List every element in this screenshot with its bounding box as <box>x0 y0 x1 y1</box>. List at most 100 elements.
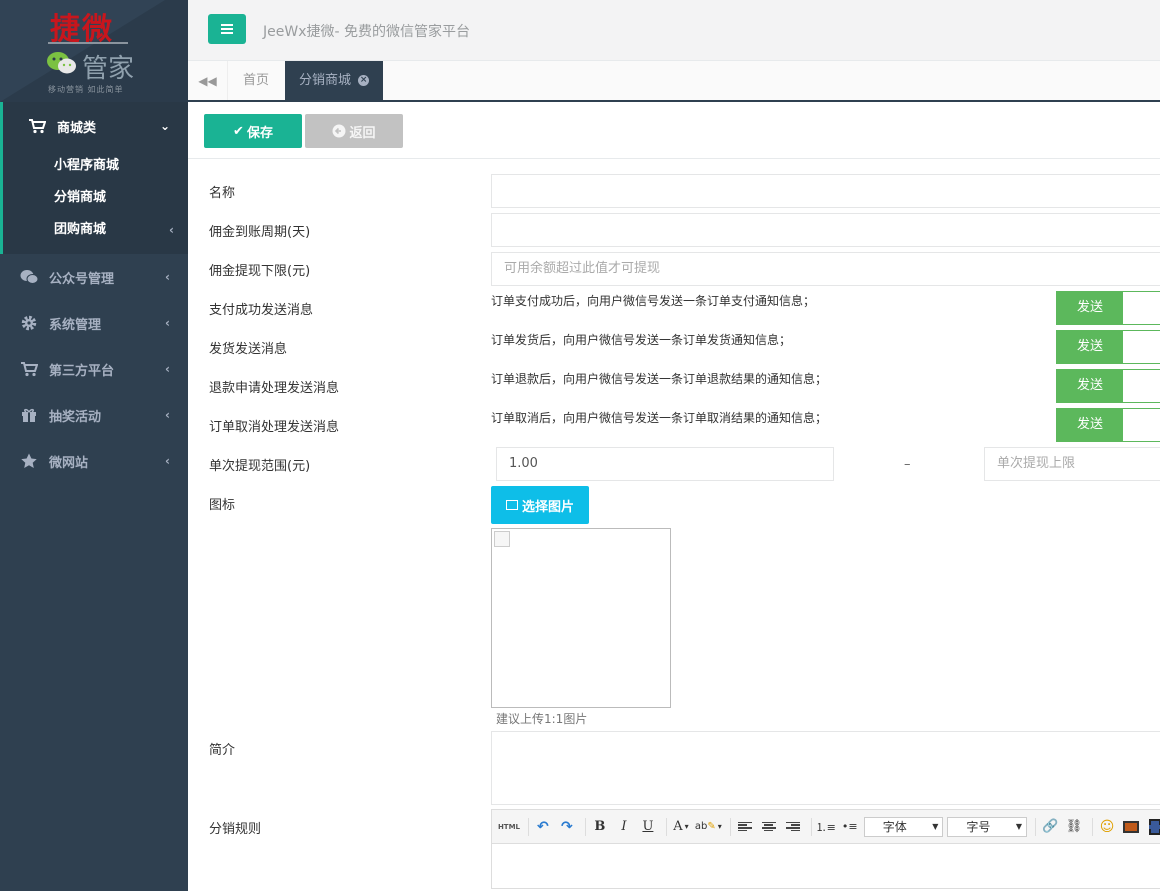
double-left-icon: ◀◀ <box>198 73 217 88</box>
wechat-icon <box>20 270 38 284</box>
sidebar-item-system[interactable]: 系统管理 ‹ <box>0 300 188 346</box>
caret-down-icon: ▼ <box>1015 822 1023 831</box>
font-size-value: 字号 <box>966 820 991 834</box>
undo-icon[interactable]: ↶ <box>533 817 553 837</box>
top-header: JeeWx捷微- 免费的微信管家平台 <box>188 0 1160 61</box>
toggle-on-label: 发送 <box>1057 370 1123 402</box>
notify-pay-desc: 订单支付成功后，向用户微信号发送一条订单支付通知信息； <box>491 294 816 308</box>
wechat-logo-icon <box>47 52 76 74</box>
sidebar-item-label: 商城类 <box>57 120 97 136</box>
range-max-input[interactable]: 单次提现上限 <box>984 447 1160 481</box>
link-icon[interactable]: 🔗 <box>1040 817 1060 837</box>
sidebar-group-official-account: 公众号管理 ‹ <box>0 254 188 300</box>
insert-image-icon[interactable] <box>1121 817 1141 837</box>
save-button-label: 保存 <box>246 125 273 141</box>
notify-pay-toggle[interactable]: 发送 <box>1056 291 1160 325</box>
editor-toolbar: HTML ↶ ↷ B I U A ▾ ab ✎ ▾ ⒈≡ •≡ 字体 ▼ 字号 ▼ 🔗 … <box>492 810 1160 844</box>
sidebar-item-label: 抽奖活动 <box>49 409 102 425</box>
close-icon[interactable]: × <box>358 75 370 86</box>
period-input[interactable] <box>491 213 1160 247</box>
underline-icon[interactable]: U <box>638 817 658 837</box>
sidebar-item-third-party[interactable]: 第三方平台 ‹ <box>0 346 188 392</box>
intro-label: 简介 <box>209 743 236 758</box>
hamburger-icon <box>221 28 233 30</box>
sidebar-item-official-account[interactable]: 公众号管理 ‹ <box>0 254 188 300</box>
site-name: JeeWx捷微- 免费的微信管家平台 <box>263 24 470 40</box>
unordered-list-icon[interactable]: •≡ <box>840 817 860 837</box>
min-withdraw-label: 佣金提现下限(元) <box>209 264 311 279</box>
redo-icon[interactable]: ↷ <box>557 817 577 837</box>
sidebar-subitem-mini-program-mall[interactable]: 小程序商城 <box>3 150 188 182</box>
sidebar-group-third-party: 第三方平台 ‹ <box>0 346 188 392</box>
intro-textarea[interactable] <box>491 731 1160 805</box>
logo-subtitle: 管家 <box>82 54 135 84</box>
notify-refund-toggle[interactable]: 发送 <box>1056 369 1160 403</box>
name-input[interactable] <box>491 174 1160 208</box>
arrow-left-circle-icon <box>332 124 346 138</box>
bold-icon[interactable]: B <box>590 817 610 837</box>
italic-icon[interactable]: I <box>614 817 634 837</box>
menu-toggle-button[interactable] <box>208 14 246 44</box>
html-source-button[interactable]: HTML <box>498 817 520 837</box>
tab-scroll-left-button[interactable]: ◀◀ <box>188 61 228 100</box>
min-withdraw-input[interactable]: 可用余额超过此值才可提现 <box>491 252 1160 286</box>
sidebar-item-label: 公众号管理 <box>49 271 115 287</box>
name-label: 名称 <box>209 186 236 201</box>
insert-video-icon[interactable] <box>1145 817 1160 837</box>
cart-icon <box>21 362 38 377</box>
sidebar: 捷微 管家 移动营销 如此简单 商城类 ⌄ 小程序商城 分销商城 团购商城 ‹ <box>0 0 188 891</box>
sidebar-subitem-group-buy-mall[interactable]: 团购商城 ‹ <box>3 214 188 246</box>
pick-image-button[interactable]: 选择图片 <box>491 486 589 524</box>
align-center-icon[interactable] <box>759 817 779 837</box>
font-family-value: 字体 <box>882 820 907 834</box>
emoticon-icon[interactable]: ☺ <box>1097 817 1117 837</box>
toggle-on-label: 发送 <box>1057 331 1123 363</box>
font-family-select[interactable]: 字体 ▼ <box>863 816 944 837</box>
rules-editor: HTML ↶ ↷ B I U A ▾ ab ✎ ▾ ⒈≡ •≡ 字体 ▼ 字号 ▼ 🔗 … <box>491 809 1160 889</box>
mall-form: 名称 佣金到账周期(天) 佣金提现下限(元) 可用余额超过此值才可提现 支付成功… <box>188 160 1160 891</box>
submenu-mall: 小程序商城 分销商城 团购商城 ‹ <box>3 150 188 254</box>
gift-icon <box>22 408 36 422</box>
image-hint: 建议上传1:1图片 <box>496 712 588 726</box>
tab-distribution-mall[interactable]: 分销商城 × <box>285 61 384 102</box>
font-size-select[interactable]: 字号 ▼ <box>947 816 1028 837</box>
toggle-on-label: 发送 <box>1057 409 1123 441</box>
back-button-label: 返回 <box>349 125 376 141</box>
star-icon <box>21 453 37 468</box>
sidebar-subitem-distribution-mall[interactable]: 分销商城 <box>3 182 188 214</box>
sidebar-group-microsite: 微网站 ‹ <box>0 438 188 484</box>
notify-cancel-toggle[interactable]: 发送 <box>1056 408 1160 442</box>
unlink-icon[interactable]: ⛓ <box>1064 817 1084 837</box>
sidebar-item-label: 第三方平台 <box>49 363 115 379</box>
align-left-icon[interactable] <box>735 817 755 837</box>
highlight-icon[interactable]: ab ✎ ▾ <box>695 817 722 837</box>
chevron-down-icon: ⌄ <box>159 119 170 133</box>
range-label: 单次提现范围(元) <box>209 459 311 474</box>
ordered-list-icon[interactable]: ⒈≡ <box>816 817 836 837</box>
notify-ship-desc: 订单发货后，向用户微信号发送一条订单发货通知信息； <box>491 333 792 347</box>
range-min-input[interactable]: 1.00 <box>496 447 834 481</box>
sidebar-item-label: 微网站 <box>49 455 89 471</box>
caret-down-icon: ▼ <box>932 822 939 831</box>
tab-bar: ◀◀ 首页 分销商城 × <box>188 61 1160 102</box>
logo[interactable]: 捷微 管家 移动营销 如此简单 <box>0 0 188 102</box>
save-button[interactable]: ✔ 保存 <box>204 114 302 148</box>
sidebar-item-label: 系统管理 <box>49 317 102 333</box>
cart-icon <box>29 119 46 134</box>
sidebar-group-mall: 商城类 ⌄ 小程序商城 分销商城 团购商城 ‹ <box>0 102 188 254</box>
notify-refund-label: 退款申请处理发送消息 <box>209 381 340 396</box>
notify-pay-label: 支付成功发送消息 <box>209 303 314 318</box>
chevron-left-icon: ‹ <box>165 362 170 376</box>
tab-home[interactable]: 首页 <box>229 61 283 100</box>
notify-ship-toggle[interactable]: 发送 <box>1056 330 1160 364</box>
sidebar-item-lottery[interactable]: 抽奖活动 ‹ <box>0 392 188 438</box>
sidebar-group-system: 系统管理 ‹ <box>0 300 188 346</box>
back-button[interactable]: 返回 <box>305 114 403 148</box>
sidebar-item-mall[interactable]: 商城类 ⌄ <box>3 102 188 150</box>
broken-image-icon <box>494 531 510 547</box>
font-color-icon[interactable]: A ▾ <box>671 817 691 837</box>
align-right-icon[interactable] <box>783 817 803 837</box>
tab-label: 分销商城 <box>299 73 352 88</box>
sidebar-item-microsite[interactable]: 微网站 ‹ <box>0 438 188 484</box>
chevron-left-icon: ‹ <box>165 316 170 330</box>
